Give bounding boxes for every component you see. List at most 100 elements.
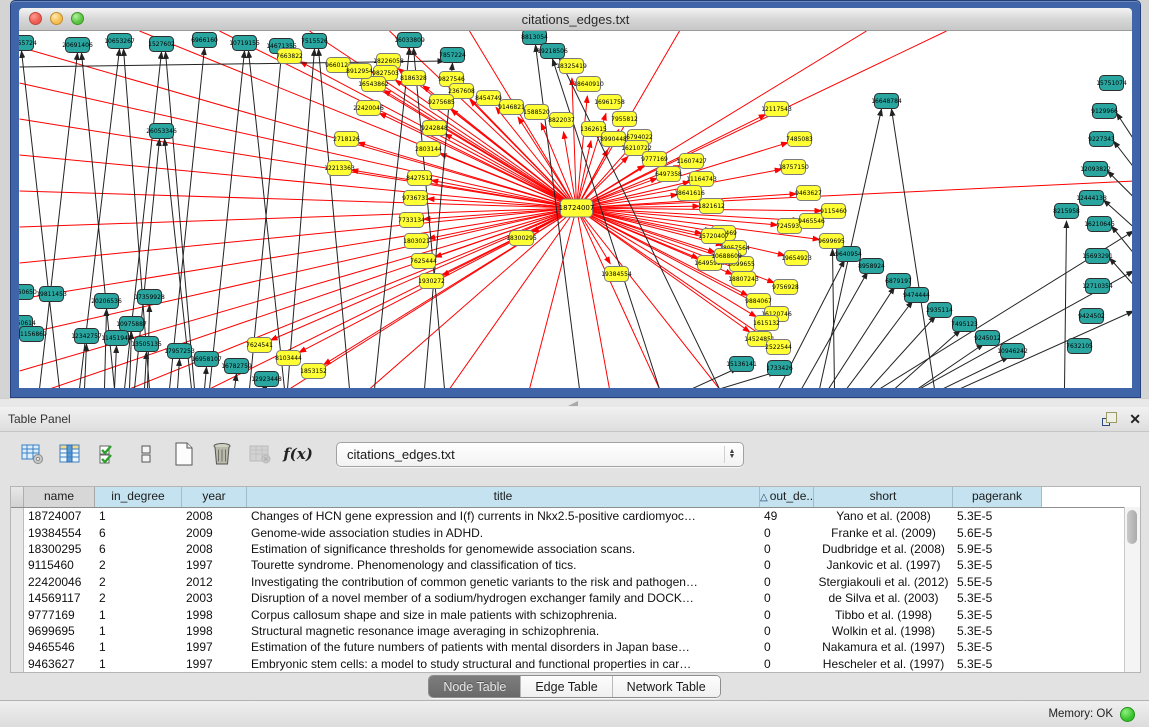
column-header-short[interactable]: short [814, 487, 953, 507]
black-edge[interactable] [170, 48, 205, 388]
cell-title[interactable]: Genome-wide association studies in ADHD. [247, 526, 760, 540]
red-edge[interactable] [577, 208, 778, 225]
cell-out_degree[interactable]: 0 [760, 657, 814, 671]
cell-short[interactable]: Dudbridge et al. (2008) [814, 542, 953, 556]
cell-name[interactable]: 18724007 [24, 509, 95, 523]
graph-node[interactable]: 8912954 [346, 64, 373, 79]
cell-pagerank[interactable]: 5.3E-5 [953, 657, 1042, 671]
cell-name[interactable]: 9777169 [24, 608, 95, 622]
graph-node[interactable]: 9474444 [903, 288, 930, 303]
cell-name[interactable]: 9465546 [24, 640, 95, 654]
graph-node[interactable]: 8958924 [858, 259, 885, 274]
red-edge[interactable] [20, 208, 577, 227]
cell-pagerank[interactable]: 5.3E-5 [953, 509, 1042, 523]
table-row[interactable]: 911546021997Tourette syndrome. Phenomeno… [11, 557, 1140, 573]
cell-short[interactable]: Franke et al. (2009) [814, 526, 953, 540]
tab-node-table[interactable]: Node Table [429, 676, 521, 697]
red-edge[interactable] [577, 181, 1133, 208]
graph-node[interactable]: 19384554 [601, 267, 632, 282]
table-row[interactable]: 977716911998Corpus callosum shape and si… [11, 606, 1140, 622]
network-graph[interactable]: 2405572420691406106532671527602696616010… [19, 31, 1132, 388]
table-row[interactable]: 1938455462009Genome-wide association stu… [11, 524, 1140, 540]
black-edge[interactable] [1110, 258, 1133, 285]
cell-year[interactable]: 1997 [182, 640, 247, 654]
cell-in_degree[interactable]: 6 [95, 526, 182, 540]
graph-node[interactable]: 7495123 [951, 317, 978, 332]
graph-node[interactable]: 7515526 [301, 34, 328, 49]
cell-pagerank[interactable]: 5.9E-5 [953, 542, 1042, 556]
cell-title[interactable]: Investigating the contribution of common… [247, 575, 760, 589]
cell-name[interactable]: 19384554 [24, 526, 95, 540]
graph-node[interactable]: 18300295 [506, 231, 537, 246]
black-edge[interactable] [319, 49, 350, 388]
graph-node[interactable]: 1615132 [753, 316, 780, 331]
network-view-window[interactable]: citations_edges.txt 24055724206914061065… [10, 0, 1141, 398]
graph-node[interactable]: 11451942 [101, 331, 132, 346]
graph-node[interactable]: 7625444 [410, 254, 437, 269]
red-edge[interactable] [440, 153, 577, 208]
black-edge[interactable] [425, 63, 453, 388]
graph-node[interactable]: 9227343 [1088, 132, 1115, 147]
graph-node[interactable]: 12923448 [251, 372, 282, 387]
table-settings-icon[interactable] [18, 440, 46, 468]
black-edge[interactable] [205, 367, 207, 388]
graph-node[interactable]: 18724007 [559, 199, 595, 217]
red-edge[interactable] [20, 47, 577, 208]
graph-node[interactable]: 15751074 [1096, 76, 1127, 91]
graph-node[interactable]: 11607427 [676, 154, 707, 169]
column-header-title[interactable]: title [247, 487, 760, 507]
graph-node[interactable]: 19654923 [781, 251, 812, 266]
graph-node[interactable]: 2718126 [333, 132, 360, 147]
cell-out_degree[interactable]: 0 [760, 591, 814, 605]
graph-node[interactable]: 9756928 [772, 280, 799, 295]
graph-node[interactable]: 9424502 [1078, 309, 1105, 324]
cell-in_degree[interactable]: 6 [95, 542, 182, 556]
graph-node[interactable]: 10688609 [711, 249, 742, 264]
cell-short[interactable]: Wolkin et al. (1998) [814, 624, 953, 638]
cell-in_degree[interactable]: 1 [95, 657, 182, 671]
network-canvas[interactable]: 2405572420691406106532671527602696616010… [19, 31, 1132, 388]
table-row[interactable]: 1830029562008Estimation of significance … [11, 541, 1140, 557]
graph-node[interactable]: 1821612 [698, 199, 725, 214]
graph-node[interactable]: 9736731 [402, 191, 429, 206]
cell-in_degree[interactable]: 1 [95, 640, 182, 654]
cell-pagerank[interactable]: 5.3E-5 [953, 624, 1042, 638]
graph-node[interactable]: 6497358 [655, 167, 682, 182]
float-panel-icon[interactable] [1102, 412, 1117, 426]
black-edge[interactable] [892, 109, 935, 388]
black-edge[interactable] [105, 309, 107, 388]
graph-node[interactable]: 1527602 [148, 37, 175, 52]
black-edge[interactable] [918, 344, 984, 388]
cell-name[interactable]: 22420046 [24, 575, 95, 589]
graph-node[interactable]: 19811453 [36, 287, 67, 302]
black-edge[interactable] [960, 311, 1133, 388]
column-header-name[interactable]: name [24, 487, 95, 507]
cell-pagerank[interactable]: 5.3E-5 [953, 558, 1042, 572]
graph-node[interactable]: 2803144 [415, 142, 442, 157]
graph-node[interactable]: 8822037 [548, 113, 575, 128]
graph-node[interactable]: 12710354 [1082, 279, 1113, 294]
cell-out_degree[interactable]: 0 [760, 542, 814, 556]
graph-node[interactable]: 6966160 [191, 33, 218, 48]
graph-node[interactable]: 2935114 [926, 303, 953, 318]
cell-out_degree[interactable]: 0 [760, 640, 814, 654]
cell-year[interactable]: 1997 [182, 657, 247, 671]
cell-pagerank[interactable]: 5.3E-5 [953, 640, 1042, 654]
black-edge[interactable] [85, 344, 87, 388]
cell-in_degree[interactable]: 2 [95, 558, 182, 572]
graph-node[interactable]: 2522544 [765, 340, 792, 355]
cell-short[interactable]: Tibbo et al. (1998) [814, 608, 953, 622]
graph-node[interactable]: 16961758 [594, 95, 625, 110]
cell-out_degree[interactable]: 49 [760, 509, 814, 523]
graph-node[interactable]: 9699695 [818, 234, 845, 249]
cell-title[interactable]: Structural magnetic resonance image aver… [247, 624, 760, 638]
red-edge[interactable] [20, 208, 577, 371]
table-row[interactable]: 946554611997Estimation of the future num… [11, 639, 1140, 655]
graph-node[interactable]: 24055724 [19, 36, 37, 51]
table-select-dropdown[interactable]: citations_edges.txt ▲▼ [336, 442, 744, 467]
black-edge[interactable] [870, 316, 936, 388]
delete-attribute-icon[interactable] [208, 440, 236, 468]
cell-name[interactable]: 14569117 [24, 591, 95, 605]
cell-in_degree[interactable]: 1 [95, 608, 182, 622]
graph-node[interactable]: 18640910 [573, 77, 604, 92]
